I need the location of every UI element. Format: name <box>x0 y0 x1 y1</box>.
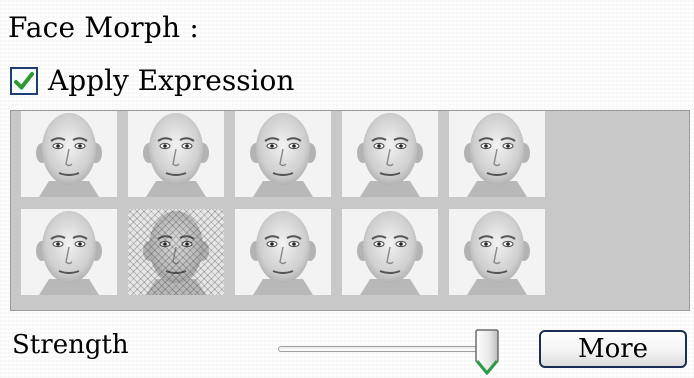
expression-grid <box>10 110 690 311</box>
more-button[interactable]: More <box>539 330 687 368</box>
apply-expression-checkbox[interactable] <box>10 67 38 95</box>
expression-thumbnail[interactable] <box>342 209 438 295</box>
expression-thumbnail[interactable] <box>449 111 545 197</box>
panel-title: Face Morph : <box>8 11 199 44</box>
expression-thumbnail[interactable] <box>235 209 331 295</box>
expression-thumbnail[interactable] <box>128 209 224 295</box>
expression-thumbnail[interactable] <box>128 111 224 197</box>
expression-thumbnail[interactable] <box>449 209 545 295</box>
strength-label: Strength <box>12 330 129 360</box>
strength-slider-thumb[interactable] <box>474 328 500 376</box>
face-morph-panel: Face Morph : Apply Expression Strength M… <box>0 0 694 378</box>
checkmark-icon <box>14 72 34 90</box>
apply-expression-label: Apply Expression <box>48 64 295 97</box>
expression-thumbnail[interactable] <box>342 111 438 197</box>
expression-thumbnail[interactable] <box>21 111 117 197</box>
strength-slider-track[interactable] <box>278 346 493 352</box>
expression-thumbnail[interactable] <box>21 209 117 295</box>
apply-expression-row[interactable]: Apply Expression <box>10 64 294 98</box>
expression-thumbnail[interactable] <box>235 111 331 197</box>
